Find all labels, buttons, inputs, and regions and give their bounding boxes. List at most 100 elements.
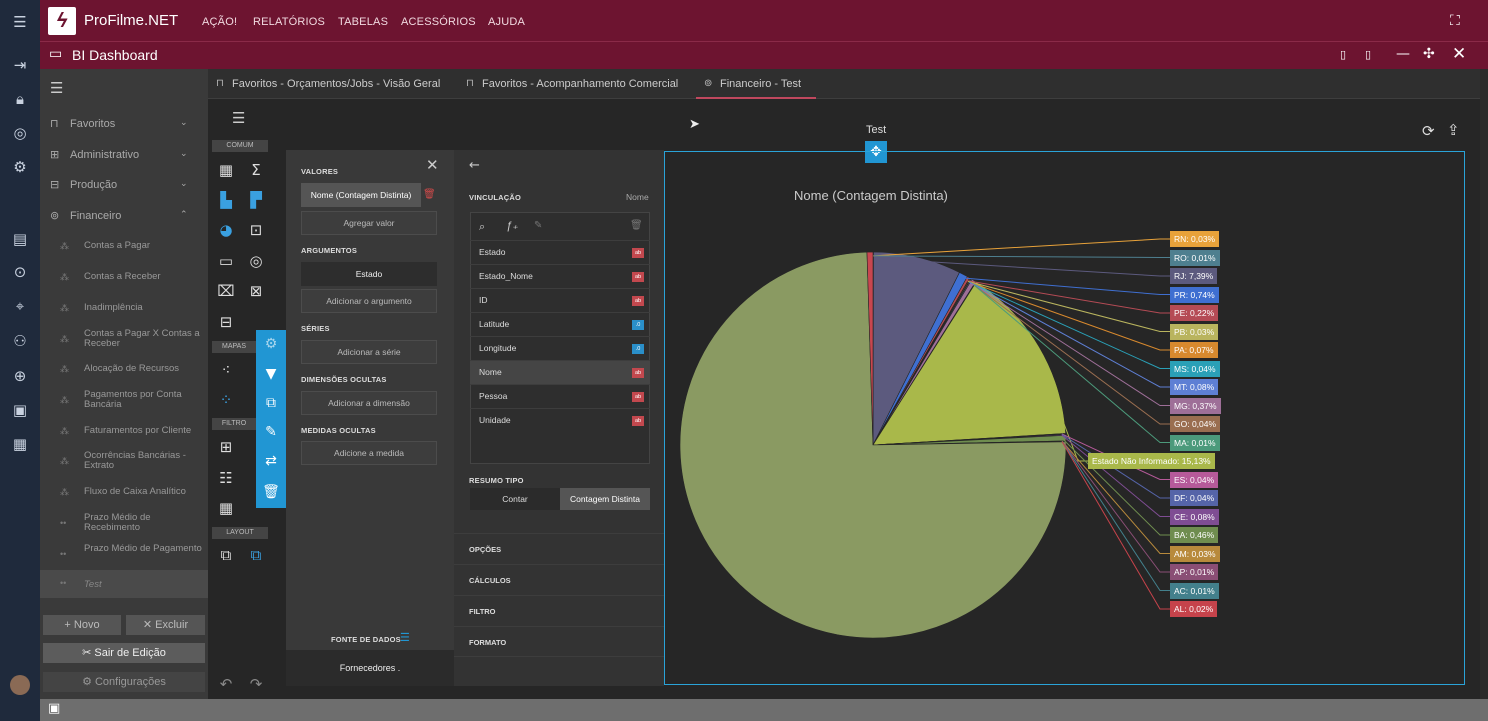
card-icon[interactable]: ▭ — [216, 251, 236, 271]
dot-map-icon[interactable]: ⁖ — [216, 360, 236, 380]
bound-image-icon[interactable]: ⊟ — [216, 312, 236, 332]
scatter-icon[interactable]: ⊡ — [246, 220, 266, 240]
combo-filter-icon[interactable]: ⊞ — [216, 437, 236, 457]
undo-icon[interactable]: ↶ — [216, 674, 236, 694]
field-row-longitude[interactable]: Longitude .0 — [470, 336, 650, 360]
binding-current: Nome — [626, 192, 649, 202]
stacked-bar-icon[interactable]: ▛ — [246, 190, 266, 210]
add-dimension-button[interactable]: Adicionar a dimensão — [301, 391, 437, 415]
interactivity-icon[interactable]: ⇄ — [262, 452, 280, 470]
clapperboard-icon[interactable]: ▦ — [9, 433, 31, 455]
menu-relatorios[interactable]: RELATÓRIOS — [253, 16, 325, 28]
add-measure-button[interactable]: Adicione a medida — [301, 441, 437, 465]
exit-edit-button[interactable]: ✂ Sair de Edição — [43, 643, 205, 663]
pie-chart-item[interactable]: Nome (Contagem Distinta) RN: 0,03% RO: 0,… — [664, 151, 1465, 685]
redo-icon[interactable]: ↷ — [246, 674, 266, 694]
gauge-icon[interactable]: ◎ — [246, 251, 266, 271]
sidebar-group-financeiro[interactable]: ⊚ Financeiro ⌃ — [50, 209, 188, 222]
fullscreen-icon[interactable]: ⛶ — [1450, 12, 1460, 29]
trash-icon[interactable]: 🗑︎ — [262, 483, 280, 501]
sidebar-group-favoritos[interactable]: ⊓ Favoritos ⌄ — [50, 117, 188, 130]
section-formato[interactable]: FORMATO — [454, 626, 664, 657]
hamburger-menu-icon[interactable]: ☰ — [9, 11, 31, 33]
summary-distinct-option[interactable]: Contagem Distinta — [560, 488, 650, 510]
presentation-icon[interactable]: ▣ — [9, 399, 31, 421]
image-icon[interactable]: ⊠ — [246, 281, 266, 301]
data-source-value[interactable]: Fornecedores . — [286, 650, 454, 686]
login-icon[interactable]: ⇥ — [9, 54, 31, 76]
field-row-estado[interactable]: Estado ab — [470, 240, 650, 264]
sidebar-item-test[interactable]: •• Test — [40, 570, 208, 598]
trash-icon[interactable]: 🗑︎ — [423, 189, 436, 200]
tab-financeiro-test[interactable]: ⊚ Financeiro - Test — [696, 69, 816, 99]
coins-icon[interactable]: ⊙ — [9, 261, 31, 283]
add-series-button[interactable]: Adicionar a série — [301, 340, 437, 364]
slice-label: AC: 0,01% — [1170, 582, 1219, 599]
toolbox-menu-icon[interactable]: ☰ — [232, 109, 245, 127]
bubble-map-icon[interactable]: ⁘ — [216, 390, 236, 410]
tab-comercial[interactable]: ⊓ Favoritos - Acompanhamento Comercial — [458, 69, 694, 99]
gear-icon[interactable]: ⚙ — [9, 156, 31, 178]
list-filter-icon[interactable]: ☷ — [216, 468, 236, 488]
new-button[interactable]: + Novo — [43, 615, 121, 635]
bar-chart-icon[interactable]: ▙ — [216, 190, 236, 210]
collapse-icon[interactable]: ✣ — [1423, 46, 1435, 62]
document-icon[interactable]: ▤ — [9, 228, 31, 250]
lock-icon[interactable]: 🔒︎ — [9, 88, 31, 110]
palette-icon[interactable]: ◎ — [9, 122, 31, 144]
menu-acao[interactable]: AÇÃO! — [202, 16, 237, 28]
avatar[interactable] — [10, 675, 30, 695]
user-focus-icon[interactable]: ⌖ — [9, 295, 31, 317]
dock-right-icon[interactable]: ▯ — [1365, 48, 1371, 61]
menu-ajuda[interactable]: AJUDA — [488, 16, 525, 28]
menu-tabelas[interactable]: TABELAS — [338, 16, 388, 28]
tab-container-icon[interactable]: ⧉ — [246, 545, 266, 565]
refresh-icon[interactable]: ⟳ — [1422, 122, 1435, 140]
filter-icon[interactable]: ▼ — [262, 365, 280, 383]
pie-chart-icon[interactable]: ◕ — [216, 220, 236, 240]
field-row-nome[interactable]: Nome ab — [470, 360, 650, 384]
sigma-icon[interactable]: Σ — [246, 160, 266, 180]
sidebar-group-producao[interactable]: ⊟ Produção ⌄ — [50, 178, 188, 191]
add-value-button[interactable]: Agregar valor — [301, 211, 437, 235]
menu-acessorios[interactable]: ACESSÓRIOS — [401, 16, 476, 28]
field-row-unidade[interactable]: Unidade ab — [470, 408, 650, 432]
field-row-pessoa[interactable]: Pessoa ab — [470, 384, 650, 408]
section-filtro[interactable]: FILTRO — [454, 595, 664, 626]
sidebar-menu-icon[interactable]: ☰ — [50, 79, 63, 97]
close-icon[interactable]: ✕ — [1452, 44, 1466, 64]
group-icon[interactable]: ⧉ — [216, 545, 236, 565]
dock-left-icon[interactable]: ▯ — [1340, 48, 1346, 61]
value-item[interactable]: Nome (Contagem Distinta) — [301, 183, 421, 207]
delete-button[interactable]: ✕ Excluir — [126, 615, 205, 635]
search-icon[interactable]: ⌕ — [479, 220, 485, 234]
gear-icon[interactable]: ⚙ — [262, 335, 280, 353]
convert-icon[interactable]: ⧉ — [262, 394, 280, 412]
add-argument-button[interactable]: Adicionar o argumento — [301, 289, 437, 313]
text-box-icon[interactable]: ⌧ — [216, 281, 236, 301]
close-icon[interactable]: ✕ — [426, 156, 439, 174]
field-row-id[interactable]: ID ab — [470, 288, 650, 312]
money-search-icon[interactable]: ⊕ — [9, 365, 31, 387]
section-argumentos: ARGUMENTOS — [301, 246, 358, 255]
section-calculos[interactable]: CÁLCULOS — [454, 564, 664, 595]
settings-button[interactable]: ⚙ Configurações — [43, 672, 205, 692]
tab-orcamentos[interactable]: ⊓ Favoritos - Orçamentos/Jobs - Visão Ger… — [208, 69, 456, 99]
sidebar-group-administrativo[interactable]: ⊞ Administrativo ⌄ — [50, 148, 188, 161]
summary-count-option[interactable]: Contar — [470, 488, 560, 510]
pencil-icon[interactable]: ✎ — [534, 220, 542, 231]
grid-icon[interactable]: ▦ — [216, 160, 236, 180]
minimize-icon[interactable]: — — [1396, 46, 1410, 62]
add-calculated-field-icon[interactable]: ƒ₊ — [506, 219, 518, 232]
export-icon[interactable]: ⇪ — [1447, 121, 1460, 139]
users-icon[interactable]: ⚇ — [9, 330, 31, 352]
wrench-icon[interactable]: ✎ — [262, 423, 280, 441]
section-opcoes[interactable]: OPÇÕES — [454, 533, 664, 564]
trash-icon[interactable]: 🗑︎ — [630, 220, 643, 231]
argument-item[interactable]: Estado — [301, 262, 437, 286]
date-filter-icon[interactable]: ▦ — [216, 498, 236, 518]
field-row-estado-nome[interactable]: Estado_Nome ab — [470, 264, 650, 288]
back-arrow-icon[interactable]: ← — [469, 158, 480, 173]
presentation-icon[interactable]: ▣ — [48, 701, 66, 719]
field-row-latitude[interactable]: Latitude .0 — [470, 312, 650, 336]
